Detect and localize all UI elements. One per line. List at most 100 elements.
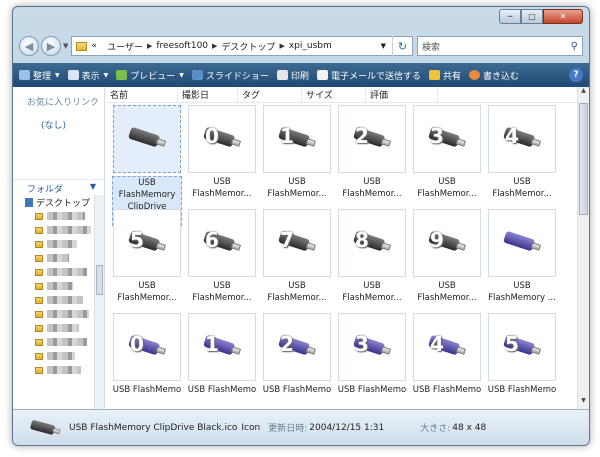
navigation-scroll-thumb[interactable] bbox=[96, 265, 103, 295]
file-thumbnail[interactable] bbox=[113, 105, 181, 173]
organize-button[interactable]: 整理 ▼ bbox=[19, 69, 60, 82]
slideshow-button[interactable]: スライドショー bbox=[191, 69, 269, 82]
file-thumbnail[interactable]: 3 bbox=[338, 313, 406, 381]
file-item[interactable]: 9 USB FlashMemor... bbox=[412, 209, 482, 304]
file-thumbnail[interactable]: 1 bbox=[263, 105, 331, 173]
file-list-scrollbar[interactable]: ▲ ▼ bbox=[577, 87, 589, 409]
file-item[interactable]: 3 USB FlashMemo bbox=[337, 313, 407, 396]
maximize-button[interactable]: □ bbox=[521, 9, 543, 24]
minimize-button[interactable]: ─ bbox=[499, 9, 521, 24]
file-thumbnail[interactable]: 0 bbox=[113, 313, 181, 381]
tree-item[interactable] bbox=[13, 307, 104, 321]
scroll-down-arrow-icon[interactable]: ▼ bbox=[578, 397, 589, 409]
file-item[interactable]: 5 USB FlashMemor... bbox=[112, 209, 182, 304]
refresh-icon[interactable]: ↻ bbox=[392, 36, 412, 56]
email-button[interactable]: 電子メールで送信する bbox=[316, 69, 421, 82]
column-rating[interactable]: 評価 bbox=[366, 87, 438, 102]
tree-item[interactable] bbox=[13, 265, 104, 279]
file-item[interactable]: USB FlashMemory ClipDrive Black.ico bbox=[112, 105, 182, 226]
file-thumbnail[interactable]: 6 bbox=[188, 209, 256, 277]
file-thumbnail[interactable]: 2 bbox=[263, 313, 331, 381]
file-item[interactable]: 6 USB FlashMemor... bbox=[187, 209, 257, 304]
file-item[interactable]: 5 USB FlashMemo bbox=[487, 313, 557, 396]
file-item[interactable]: 2 USB FlashMemo bbox=[262, 313, 332, 396]
print-icon bbox=[276, 70, 288, 80]
file-list-scroll-thumb[interactable] bbox=[579, 103, 588, 215]
blurred-folder-name bbox=[47, 338, 87, 346]
file-item[interactable]: 4 USB FlashMemor... bbox=[487, 105, 557, 200]
file-item[interactable]: 0 USB FlashMemor... bbox=[187, 105, 257, 200]
file-thumbnail[interactable]: 8 bbox=[338, 209, 406, 277]
digit-overlay: 1 bbox=[280, 124, 294, 148]
search-box[interactable]: 検索 ⚲ bbox=[417, 36, 583, 56]
folder-icon bbox=[35, 226, 43, 234]
file-item[interactable]: 2 USB FlashMemor... bbox=[337, 105, 407, 200]
tree-item[interactable] bbox=[13, 335, 104, 349]
file-thumbnail[interactable]: 7 bbox=[263, 209, 331, 277]
file-thumbnail[interactable]: 0 bbox=[188, 105, 256, 173]
column-tags[interactable]: タグ bbox=[238, 87, 302, 102]
tree-item-desktop[interactable]: デスクトップ bbox=[13, 195, 104, 209]
breadcrumb-arrow-icon[interactable]: ▶ bbox=[279, 42, 284, 50]
file-thumbnail[interactable] bbox=[488, 209, 556, 277]
tree-item[interactable] bbox=[13, 293, 104, 307]
digit-overlay: 4 bbox=[430, 332, 444, 356]
navigation-row: ◀ ▶ ▼ « ユーザー ▶ freesoft100 ▶ デスクトップ ▶ xp… bbox=[19, 35, 583, 57]
file-thumbnail[interactable]: 2 bbox=[338, 105, 406, 173]
recent-pages-dropdown-icon[interactable]: ▼ bbox=[63, 42, 68, 50]
file-item[interactable]: 4 USB FlashMemo bbox=[412, 313, 482, 396]
file-thumbnail[interactable]: 9 bbox=[413, 209, 481, 277]
navigation-scrollbar[interactable] bbox=[94, 195, 104, 409]
address-bar[interactable]: « ユーザー ▶ freesoft100 ▶ デスクトップ ▶ xpi_usbm… bbox=[71, 36, 413, 56]
tree-item[interactable] bbox=[13, 363, 104, 377]
preview-button[interactable]: プレビュー ▼ bbox=[116, 69, 184, 82]
burn-button[interactable]: 書き込む bbox=[468, 69, 519, 82]
column-date-taken[interactable]: 撮影日 bbox=[178, 87, 238, 102]
file-thumbnail[interactable]: 4 bbox=[413, 313, 481, 381]
file-thumbnail[interactable]: 4 bbox=[488, 105, 556, 173]
burn-disc-icon bbox=[468, 70, 480, 80]
file-item[interactable]: 8 USB FlashMemor... bbox=[337, 209, 407, 304]
column-name[interactable]: 名前 bbox=[106, 87, 178, 102]
file-thumbnail[interactable]: 5 bbox=[488, 313, 556, 381]
digit-overlay: 8 bbox=[355, 228, 369, 252]
share-button[interactable]: 共有 bbox=[428, 69, 461, 82]
print-button[interactable]: 印刷 bbox=[276, 69, 309, 82]
tree-item[interactable] bbox=[13, 209, 104, 223]
file-thumbnail[interactable]: 1 bbox=[188, 313, 256, 381]
breadcrumb-current[interactable]: xpi_usbm bbox=[289, 41, 332, 51]
search-icon[interactable]: ⚲ bbox=[571, 41, 578, 52]
blurred-folder-name bbox=[47, 212, 85, 220]
file-item[interactable]: 1 USB FlashMemor... bbox=[262, 105, 332, 200]
tree-item[interactable] bbox=[13, 223, 104, 237]
tree-item[interactable] bbox=[13, 251, 104, 265]
breadcrumb-desktop[interactable]: デスクトップ bbox=[221, 40, 275, 53]
tree-item[interactable] bbox=[13, 349, 104, 363]
breadcrumb-arrow-icon[interactable]: ▶ bbox=[147, 42, 152, 50]
file-thumbnail[interactable]: 3 bbox=[413, 105, 481, 173]
back-button[interactable]: ◀ bbox=[19, 36, 39, 56]
breadcrumb-users[interactable]: ユーザー bbox=[107, 40, 143, 53]
breadcrumb-user[interactable]: freesoft100 bbox=[156, 41, 208, 51]
address-dropdown-icon[interactable]: ▼ bbox=[381, 42, 386, 50]
scroll-up-arrow-icon[interactable]: ▲ bbox=[578, 87, 589, 99]
file-item[interactable]: 3 USB FlashMemor... bbox=[412, 105, 482, 200]
breadcrumb-chevron[interactable]: « bbox=[91, 41, 97, 51]
tree-item[interactable] bbox=[13, 279, 104, 293]
forward-button[interactable]: ▶ bbox=[41, 36, 61, 56]
close-button[interactable]: ✕ bbox=[543, 9, 583, 24]
file-item[interactable]: 0 USB FlashMemo bbox=[112, 313, 182, 396]
file-thumbnail[interactable]: 5 bbox=[113, 209, 181, 277]
tree-item[interactable] bbox=[13, 237, 104, 251]
column-size[interactable]: サイズ bbox=[302, 87, 366, 102]
help-button[interactable]: ? bbox=[569, 68, 583, 82]
title-bar[interactable]: ─ □ ✕ bbox=[13, 7, 589, 33]
file-item[interactable]: USB FlashMemory ... bbox=[487, 209, 557, 304]
file-item[interactable]: 7 USB FlashMemor... bbox=[262, 209, 332, 304]
folders-header[interactable]: フォルダ ▼ bbox=[13, 179, 104, 195]
tree-item[interactable] bbox=[13, 321, 104, 335]
file-item[interactable]: 1 USB FlashMemo bbox=[187, 313, 257, 396]
chevron-down-icon: ▼ bbox=[103, 71, 109, 79]
views-button[interactable]: 表示 ▼ bbox=[67, 69, 109, 82]
breadcrumb-arrow-icon[interactable]: ▶ bbox=[212, 42, 217, 50]
